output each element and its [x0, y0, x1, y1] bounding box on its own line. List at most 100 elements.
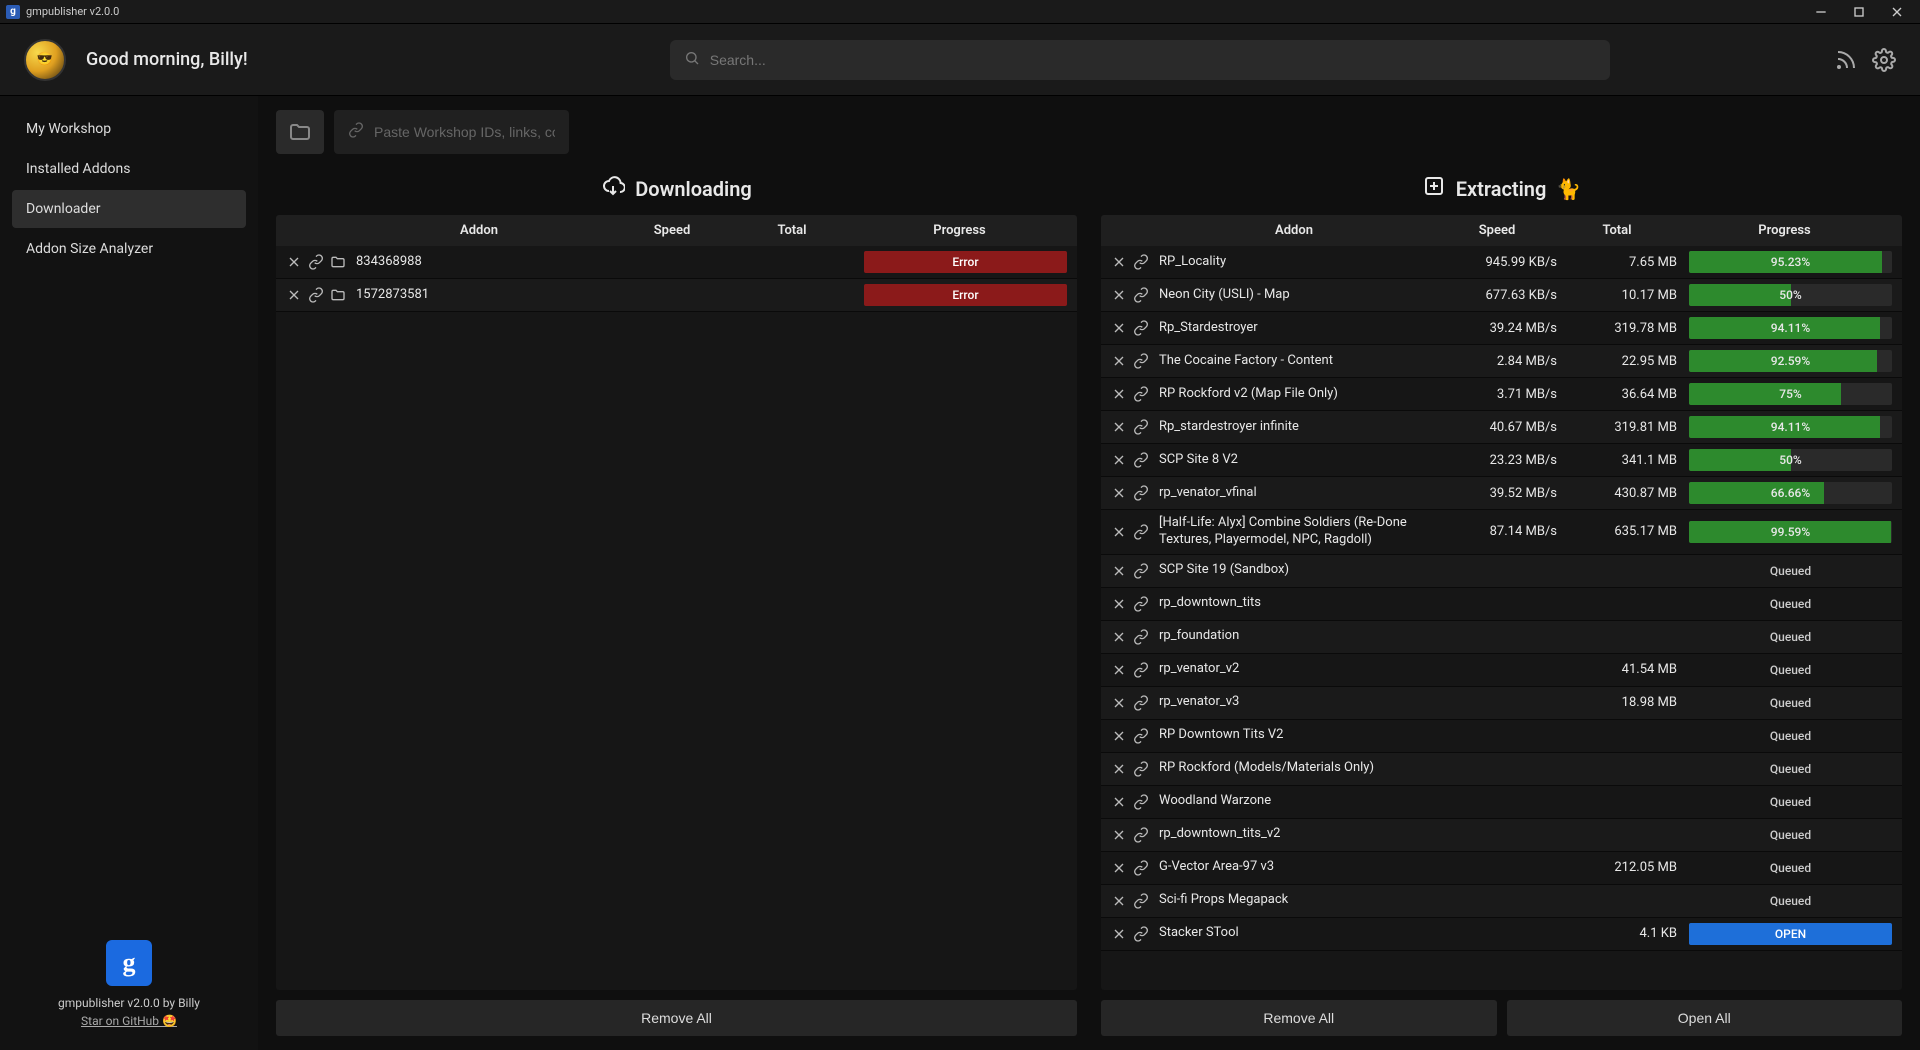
link-icon[interactable]	[1133, 860, 1149, 876]
maximize-button[interactable]	[1840, 0, 1878, 24]
addon-name: G-Vector Area-97 v3	[1159, 859, 1437, 876]
link-icon[interactable]	[308, 254, 324, 270]
open-all-button[interactable]: Open All	[1507, 1000, 1903, 1036]
table-row: 1572873581Error	[276, 279, 1077, 312]
remove-all-extracting-button[interactable]: Remove All	[1101, 1000, 1497, 1036]
running-cat-icon: 🐈	[1556, 177, 1581, 201]
link-icon[interactable]	[1133, 893, 1149, 909]
addon-progress: 94.11%	[1677, 416, 1892, 438]
close-icon[interactable]	[1111, 563, 1127, 579]
close-icon[interactable]	[1111, 254, 1127, 270]
addon-speed: 945.99 KB/s	[1437, 255, 1557, 270]
close-icon[interactable]	[286, 287, 302, 303]
close-icon[interactable]	[1111, 419, 1127, 435]
close-icon[interactable]	[1111, 353, 1127, 369]
addon-total: 7.65 MB	[1557, 255, 1677, 270]
close-icon[interactable]	[1111, 452, 1127, 468]
addon-progress: Queued	[1677, 659, 1892, 681]
rss-icon[interactable]	[1834, 48, 1858, 72]
addon-name: rp_foundation	[1159, 628, 1437, 645]
link-icon[interactable]	[1133, 629, 1149, 645]
addon-name: Rp_Stardestroyer	[1159, 320, 1437, 337]
search-input[interactable]	[670, 40, 1610, 80]
sidebar-item-downloader[interactable]: Downloader	[12, 190, 246, 228]
main-content: Downloading Addon Speed Total Progress 8…	[258, 96, 1920, 1050]
close-icon[interactable]	[1111, 386, 1127, 402]
close-icon[interactable]	[1111, 524, 1127, 540]
github-link[interactable]: Star on GitHub 🤩	[12, 1014, 246, 1028]
open-button[interactable]: OPEN	[1689, 923, 1892, 945]
link-icon[interactable]	[1133, 485, 1149, 501]
link-icon[interactable]	[1133, 353, 1149, 369]
sidebar-item-addon-size-analyzer[interactable]: Addon Size Analyzer	[12, 230, 246, 268]
link-icon[interactable]	[1133, 662, 1149, 678]
close-icon[interactable]	[1111, 695, 1127, 711]
close-icon[interactable]	[1111, 926, 1127, 942]
link-icon	[348, 122, 364, 142]
close-icon[interactable]	[1111, 485, 1127, 501]
minimize-button[interactable]	[1802, 0, 1840, 24]
addon-progress: Queued	[1677, 692, 1892, 714]
link-icon[interactable]	[1133, 563, 1149, 579]
link-icon[interactable]	[1133, 926, 1149, 942]
remove-all-downloading-button[interactable]: Remove All	[276, 1000, 1077, 1036]
link-icon[interactable]	[1133, 761, 1149, 777]
close-icon[interactable]	[1111, 287, 1127, 303]
link-icon[interactable]	[1133, 524, 1149, 540]
folder-icon[interactable]	[330, 287, 346, 303]
close-icon[interactable]	[1111, 893, 1127, 909]
header-addon: Addon	[346, 223, 612, 238]
link-icon[interactable]	[1133, 419, 1149, 435]
avatar[interactable]: 😎	[24, 39, 66, 81]
sidebar-item-installed-addons[interactable]: Installed Addons	[12, 150, 246, 188]
link-icon[interactable]	[1133, 695, 1149, 711]
link-icon[interactable]	[1133, 254, 1149, 270]
link-icon[interactable]	[1133, 827, 1149, 843]
paste-input[interactable]	[334, 110, 569, 154]
close-icon[interactable]	[1111, 728, 1127, 744]
addon-total: 18.98 MB	[1557, 695, 1677, 710]
downloading-panel: Downloading Addon Speed Total Progress 8…	[276, 166, 1077, 1036]
close-icon[interactable]	[1111, 761, 1127, 777]
table-row: RP Downtown Tits V2Queued	[1101, 720, 1902, 753]
sidebar-item-my-workshop[interactable]: My Workshop	[12, 110, 246, 148]
table-row: [Half-Life: Alyx] Combine Soldiers (Re-D…	[1101, 510, 1902, 555]
addon-total: 10.17 MB	[1557, 288, 1677, 303]
close-icon[interactable]	[1111, 596, 1127, 612]
addon-name: The Cocaine Factory - Content	[1159, 353, 1437, 370]
close-icon[interactable]	[1111, 794, 1127, 810]
link-icon[interactable]	[1133, 728, 1149, 744]
link-icon[interactable]	[1133, 596, 1149, 612]
link-icon[interactable]	[1133, 386, 1149, 402]
addon-name: SCP Site 8 V2	[1159, 452, 1437, 469]
close-icon[interactable]	[1111, 860, 1127, 876]
table-row: rp_venator_v318.98 MBQueued	[1101, 687, 1902, 720]
close-button[interactable]	[1878, 0, 1916, 24]
close-icon[interactable]	[1111, 320, 1127, 336]
link-icon[interactable]	[1133, 794, 1149, 810]
window-title: gmpublisher v2.0.0	[26, 5, 119, 18]
addon-total: 341.1 MB	[1557, 453, 1677, 468]
addon-progress: Queued	[1677, 824, 1892, 846]
table-row: Sci-fi Props MegapackQueued	[1101, 885, 1902, 918]
link-icon[interactable]	[308, 287, 324, 303]
folder-button[interactable]	[276, 110, 324, 154]
greeting: Good morning, Billy!	[86, 49, 248, 70]
folder-icon[interactable]	[330, 254, 346, 270]
table-row: RP_Locality945.99 KB/s7.65 MB95.23%	[1101, 246, 1902, 279]
header-progress: Progress	[852, 223, 1067, 238]
link-icon[interactable]	[1133, 452, 1149, 468]
addon-progress: 50%	[1677, 284, 1892, 306]
gear-icon[interactable]	[1872, 48, 1896, 72]
header: 😎 Good morning, Billy!	[0, 24, 1920, 96]
close-icon[interactable]	[1111, 629, 1127, 645]
addon-progress: Queued	[1677, 593, 1892, 615]
link-icon[interactable]	[1133, 320, 1149, 336]
extracting-panel: Extracting 🐈 Addon Speed Total Progress …	[1101, 166, 1902, 1036]
close-icon[interactable]	[1111, 827, 1127, 843]
link-icon[interactable]	[1133, 287, 1149, 303]
addon-speed: 87.14 MB/s	[1437, 524, 1557, 539]
close-icon[interactable]	[1111, 662, 1127, 678]
addon-name: 834368988	[356, 254, 612, 271]
close-icon[interactable]	[286, 254, 302, 270]
